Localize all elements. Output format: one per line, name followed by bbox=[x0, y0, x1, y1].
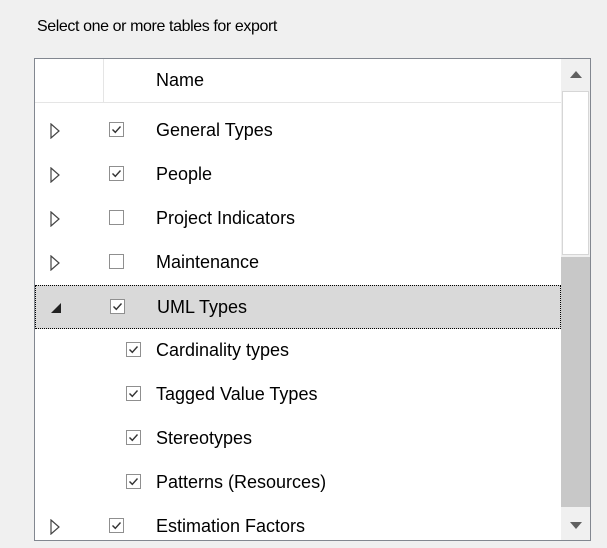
scroll-up-button[interactable] bbox=[561, 59, 590, 89]
row-label: General Types bbox=[156, 120, 273, 140]
row-label: People bbox=[156, 164, 213, 184]
dialog-caption: Select one or more tables for export bbox=[37, 18, 277, 35]
checkmark-icon bbox=[112, 170, 122, 178]
column-header-name[interactable]: Name bbox=[156, 70, 204, 91]
tree-row[interactable]: Stereotypes bbox=[35, 417, 561, 461]
tree-header: Name bbox=[35, 59, 561, 103]
row-checkbox[interactable] bbox=[110, 299, 125, 314]
scroll-down-button[interactable] bbox=[561, 510, 590, 540]
tree-row[interactable]: Project Indicators bbox=[35, 197, 561, 241]
row-checkbox[interactable] bbox=[126, 342, 141, 357]
checkmark-icon bbox=[129, 390, 139, 398]
row-checkbox[interactable] bbox=[109, 122, 124, 137]
row-label: Estimation Factors bbox=[156, 516, 306, 536]
checkmark-icon bbox=[129, 478, 139, 486]
checkmark-icon bbox=[129, 346, 139, 354]
triangle-right-outline-icon[interactable] bbox=[48, 121, 62, 141]
row-checkbox[interactable] bbox=[109, 518, 124, 533]
vertical-scrollbar[interactable] bbox=[561, 59, 590, 540]
tree-rows: General Types People Project Indicators … bbox=[35, 109, 561, 540]
tree-row[interactable]: Cardinality types bbox=[35, 329, 561, 373]
tree-row[interactable]: Patterns (Resources) bbox=[35, 461, 561, 505]
tree-row-selected[interactable]: UML Types bbox=[35, 285, 561, 329]
arrow-up-icon bbox=[569, 70, 582, 78]
checkmark-icon bbox=[129, 434, 139, 442]
scrollbar-track[interactable] bbox=[561, 257, 590, 507]
triangle-right-outline-icon[interactable] bbox=[48, 165, 62, 185]
row-checkbox[interactable] bbox=[126, 430, 141, 445]
arrow-down-icon bbox=[569, 521, 582, 529]
table-tree[interactable]: Name General Types People Project Indica… bbox=[34, 58, 591, 541]
row-checkbox[interactable] bbox=[109, 254, 124, 269]
row-label: Patterns (Resources) bbox=[156, 472, 327, 492]
row-checkbox[interactable] bbox=[109, 166, 124, 181]
row-label: Tagged Value Types bbox=[156, 384, 318, 404]
tree-row[interactable]: Estimation Factors bbox=[35, 505, 561, 540]
tree-row[interactable]: Maintenance bbox=[35, 241, 561, 285]
triangle-right-outline-icon[interactable] bbox=[48, 517, 62, 537]
row-checkbox[interactable] bbox=[126, 474, 141, 489]
row-label: Cardinality types bbox=[156, 340, 290, 360]
scrollbar-thumb[interactable] bbox=[562, 91, 589, 255]
tree-row[interactable]: Tagged Value Types bbox=[35, 373, 561, 417]
checkmark-icon bbox=[112, 126, 122, 134]
row-label: Maintenance bbox=[156, 252, 260, 272]
triangle-down-filled-icon[interactable] bbox=[49, 298, 63, 318]
row-checkbox[interactable] bbox=[126, 386, 141, 401]
checkmark-icon bbox=[113, 303, 123, 311]
row-label: UML Types bbox=[157, 297, 248, 317]
triangle-right-outline-icon[interactable] bbox=[48, 253, 62, 273]
row-label: Stereotypes bbox=[156, 428, 253, 448]
tree-row[interactable]: People bbox=[35, 153, 561, 197]
row-checkbox[interactable] bbox=[109, 210, 124, 225]
triangle-right-outline-icon[interactable] bbox=[48, 209, 62, 229]
tree-row[interactable]: General Types bbox=[35, 109, 561, 153]
header-divider bbox=[103, 59, 104, 103]
row-label: Project Indicators bbox=[156, 208, 296, 228]
checkmark-icon bbox=[112, 522, 122, 530]
